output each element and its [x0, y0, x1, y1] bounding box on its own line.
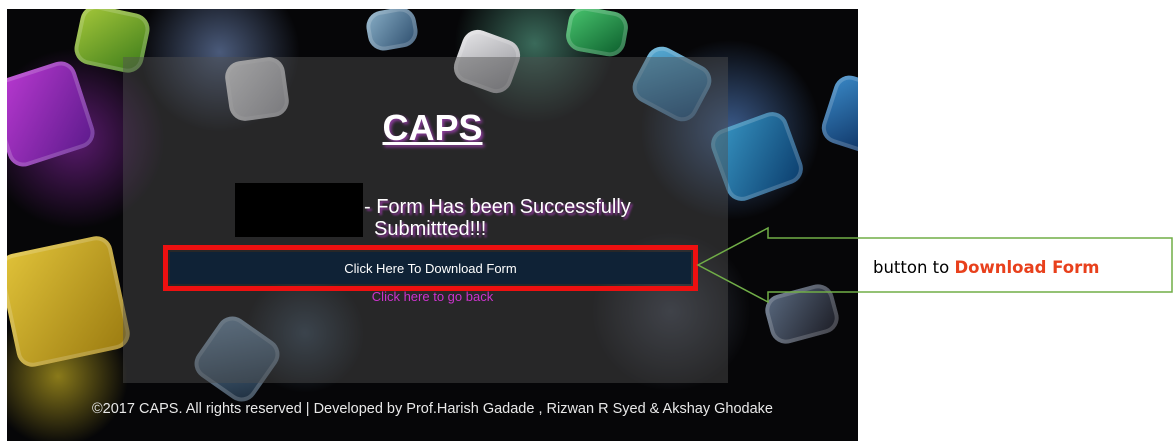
footer-text: ©2017 CAPS. All rights reserved | Develo…: [92, 401, 773, 417]
success-message-line1: - Form Has been Successfully: [364, 196, 631, 218]
app-icon-tile: [563, 9, 631, 59]
success-message-line2: Submittted!!!: [374, 218, 487, 240]
success-message: - Form Has been Successfully Submittted!…: [364, 196, 724, 240]
app-icon-tile: [363, 9, 421, 54]
page-title: CAPS: [382, 107, 483, 148]
annotation-label: button to Download Form: [873, 258, 1099, 277]
dark-block: [235, 183, 363, 237]
download-form-button[interactable]: Click Here To Download Form: [170, 252, 691, 284]
annotation-label-prefix: button to: [873, 258, 955, 277]
annotation-label-emphasis: Download Form: [954, 258, 1100, 277]
